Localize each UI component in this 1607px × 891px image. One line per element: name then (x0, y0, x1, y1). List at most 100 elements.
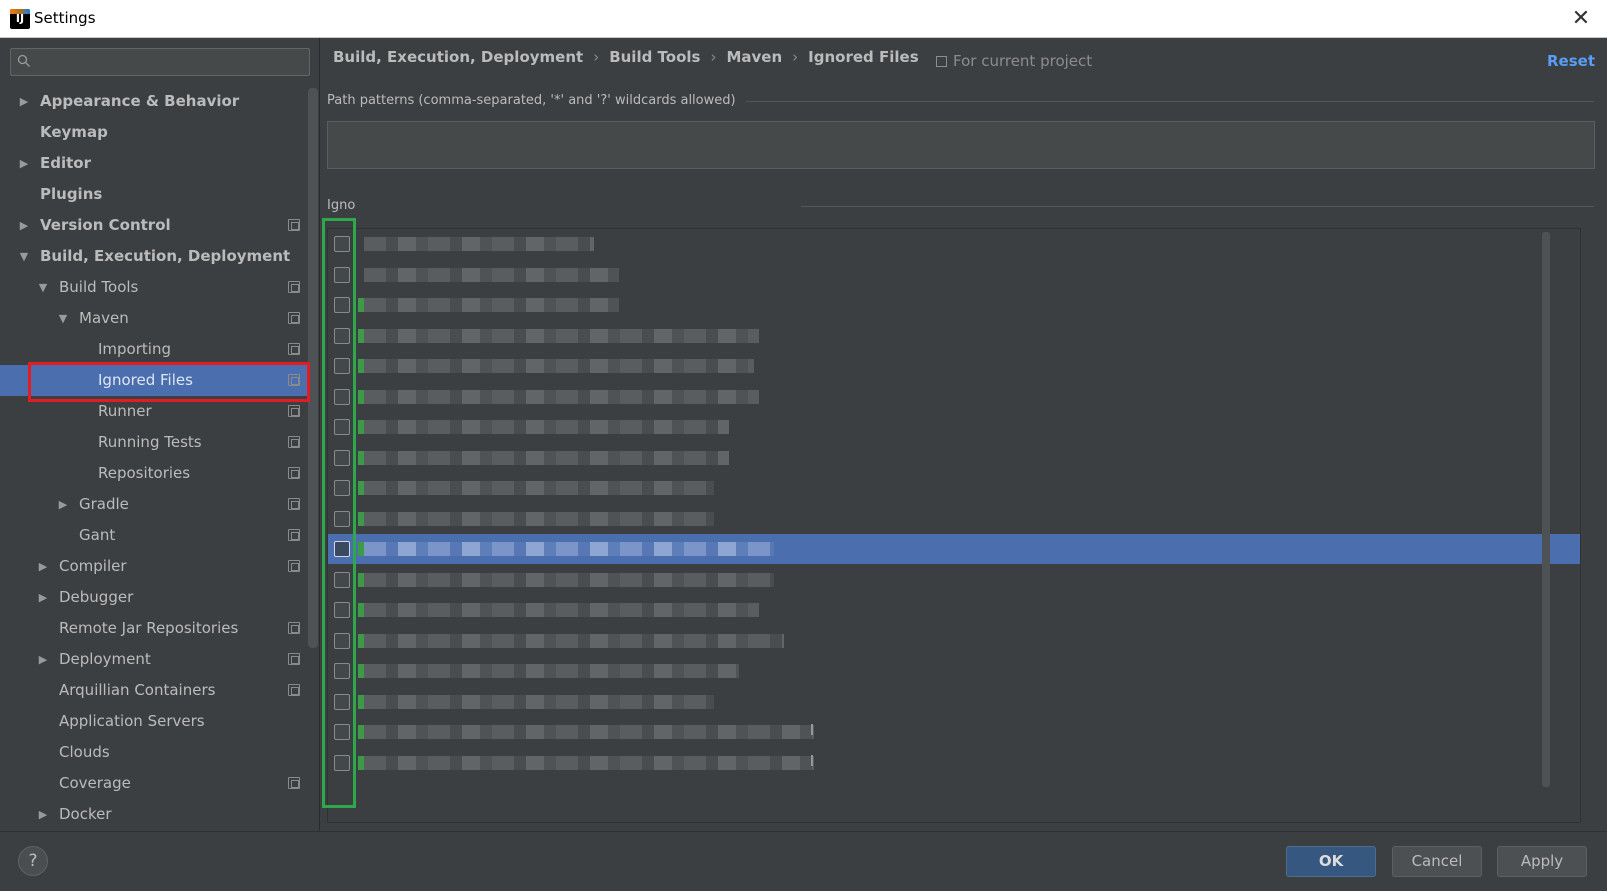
ignore-checkbox[interactable] (334, 663, 350, 679)
ignored-file-row[interactable] (328, 382, 1580, 412)
sidebar-item[interactable]: ▼ Build Tools (0, 272, 310, 303)
ignored-file-row[interactable]: l (328, 717, 1580, 747)
obscured-file-path (364, 450, 729, 465)
sidebar-item[interactable]: ▶ Version Control (0, 210, 310, 241)
ignore-checkbox[interactable] (334, 327, 350, 344)
expanded-arrow-icon[interactable]: ▼ (37, 272, 49, 303)
ignore-checkbox[interactable] (334, 571, 350, 588)
ignore-checkbox[interactable] (334, 236, 350, 252)
obscured-file-path (364, 603, 759, 617)
sidebar-item[interactable]: ▼ Build, Execution, Deployment (0, 241, 310, 272)
ignore-checkbox[interactable] (334, 266, 350, 283)
ignored-file-row[interactable] (328, 443, 1580, 473)
collapsed-arrow-icon[interactable]: ▶ (37, 551, 49, 582)
ignored-file-row[interactable] (328, 229, 1580, 259)
collapsed-arrow-icon[interactable]: ▶ (37, 644, 49, 675)
sidebar-item-label: Appearance & Behavior (40, 92, 240, 110)
sidebar-item[interactable]: Application Servers (0, 706, 310, 737)
obscured-file-path (364, 389, 759, 404)
ignore-checkbox[interactable] (334, 754, 350, 771)
ignore-checkbox[interactable] (334, 724, 350, 740)
ignore-checkbox[interactable] (334, 693, 350, 710)
path-patterns-label: Path patterns (comma-separated, '*' and … (327, 93, 736, 108)
ignored-file-row[interactable] (328, 565, 1580, 595)
ignored-file-row[interactable]: l (328, 748, 1580, 778)
breadcrumb-separator: › (710, 48, 717, 66)
sidebar-item[interactable]: ▶ Gradle (0, 489, 310, 520)
collapsed-arrow-icon[interactable]: ▶ (18, 210, 30, 241)
breadcrumb-item: Build Tools (609, 48, 701, 66)
sidebar-scrollbar[interactable] (308, 88, 318, 648)
ignored-file-row[interactable] (328, 290, 1580, 320)
sidebar-item[interactable]: ▶ Appearance & Behavior (0, 86, 310, 117)
sidebar-item[interactable]: ▶ Editor (0, 148, 310, 179)
sidebar-item[interactable]: Runner (0, 396, 310, 427)
ignore-checkbox[interactable] (334, 449, 350, 466)
sidebar-item[interactable]: Running Tests (0, 427, 310, 458)
apply-button[interactable]: Apply (1497, 846, 1587, 877)
ignore-checkbox[interactable] (334, 510, 350, 527)
project-scope-icon (936, 56, 947, 67)
sidebar-item[interactable]: Clouds (0, 737, 310, 768)
ignore-checkbox[interactable] (334, 602, 350, 618)
sidebar-item[interactable]: Repositories (0, 458, 310, 489)
ignore-checkbox[interactable] (334, 419, 350, 435)
sidebar-item[interactable]: ▶ Debugger (0, 582, 310, 613)
ignore-checkbox[interactable] (334, 632, 350, 649)
close-icon[interactable]: ✕ (1567, 5, 1595, 33)
sidebar-item[interactable]: Keymap (0, 117, 310, 148)
ignored-file-row[interactable] (328, 626, 1580, 656)
ignored-file-row[interactable] (328, 473, 1580, 503)
sidebar-item[interactable]: ▶ Docker (0, 799, 310, 830)
ignored-file-row[interactable] (328, 412, 1580, 442)
sidebar-item[interactable]: ▶ Compiler (0, 551, 310, 582)
collapsed-arrow-icon[interactable]: ▶ (37, 582, 49, 613)
ignored-file-row[interactable] (328, 260, 1580, 290)
sidebar-item[interactable]: ▶ Deployment (0, 644, 310, 675)
ignore-checkbox[interactable] (334, 358, 350, 374)
sidebar-item[interactable]: ▼ Maven (0, 303, 310, 334)
collapsed-arrow-icon[interactable]: ▶ (18, 148, 30, 179)
sidebar-item[interactable]: Gant (0, 520, 310, 551)
ignored-file-row[interactable] (328, 351, 1580, 381)
sidebar-item[interactable]: Importing (0, 334, 310, 365)
ignored-file-row[interactable] (328, 534, 1580, 564)
ignored-files-list[interactable]: ll (327, 228, 1581, 823)
project-scope-icon (288, 653, 300, 665)
list-scrollbar[interactable] (1542, 232, 1550, 787)
collapsed-arrow-icon[interactable]: ▶ (37, 799, 49, 830)
ignored-file-row[interactable] (328, 656, 1580, 686)
sidebar-item[interactable]: Coverage (0, 768, 310, 799)
sidebar-item[interactable]: Ignored Files (0, 365, 310, 396)
expanded-arrow-icon[interactable]: ▼ (18, 241, 30, 272)
path-patterns-input[interactable] (327, 121, 1595, 169)
collapsed-arrow-icon[interactable]: ▶ (57, 489, 69, 520)
ignored-file-row[interactable] (328, 687, 1580, 717)
sidebar-item-label: Runner (98, 402, 152, 420)
help-button[interactable]: ? (18, 846, 48, 876)
ignore-checkbox[interactable] (334, 388, 350, 405)
ignored-file-row[interactable] (328, 595, 1580, 625)
ignored-file-row[interactable] (328, 321, 1580, 351)
expanded-arrow-icon[interactable]: ▼ (57, 303, 69, 334)
file-path-suffix: l (810, 753, 814, 770)
ignore-checkbox[interactable] (334, 541, 350, 557)
sidebar-item[interactable]: Plugins (0, 179, 310, 210)
sidebar-item[interactable]: Remote Jar Repositories (0, 613, 310, 644)
ignore-checkbox[interactable] (334, 297, 350, 313)
obscured-file-path (364, 572, 774, 587)
project-scope-icon (288, 219, 300, 231)
reset-link[interactable]: Reset (1547, 52, 1595, 70)
sidebar-item-label: Gant (79, 526, 116, 544)
settings-sidebar: ▶ Appearance & Behavior Keymap ▶ Editor Plugi… (0, 38, 320, 831)
obscured-file-path (364, 267, 619, 282)
ignored-file-row[interactable] (328, 504, 1580, 534)
dialog-footer: ? OK Cancel Apply (0, 831, 1607, 891)
ignore-checkbox[interactable] (334, 480, 350, 496)
project-scope-icon (288, 374, 300, 386)
ok-button[interactable]: OK (1286, 846, 1376, 877)
sidebar-item[interactable]: Arquillian Containers (0, 675, 310, 706)
cancel-button[interactable]: Cancel (1392, 846, 1482, 877)
search-input[interactable] (10, 48, 310, 76)
collapsed-arrow-icon[interactable]: ▶ (18, 86, 30, 117)
